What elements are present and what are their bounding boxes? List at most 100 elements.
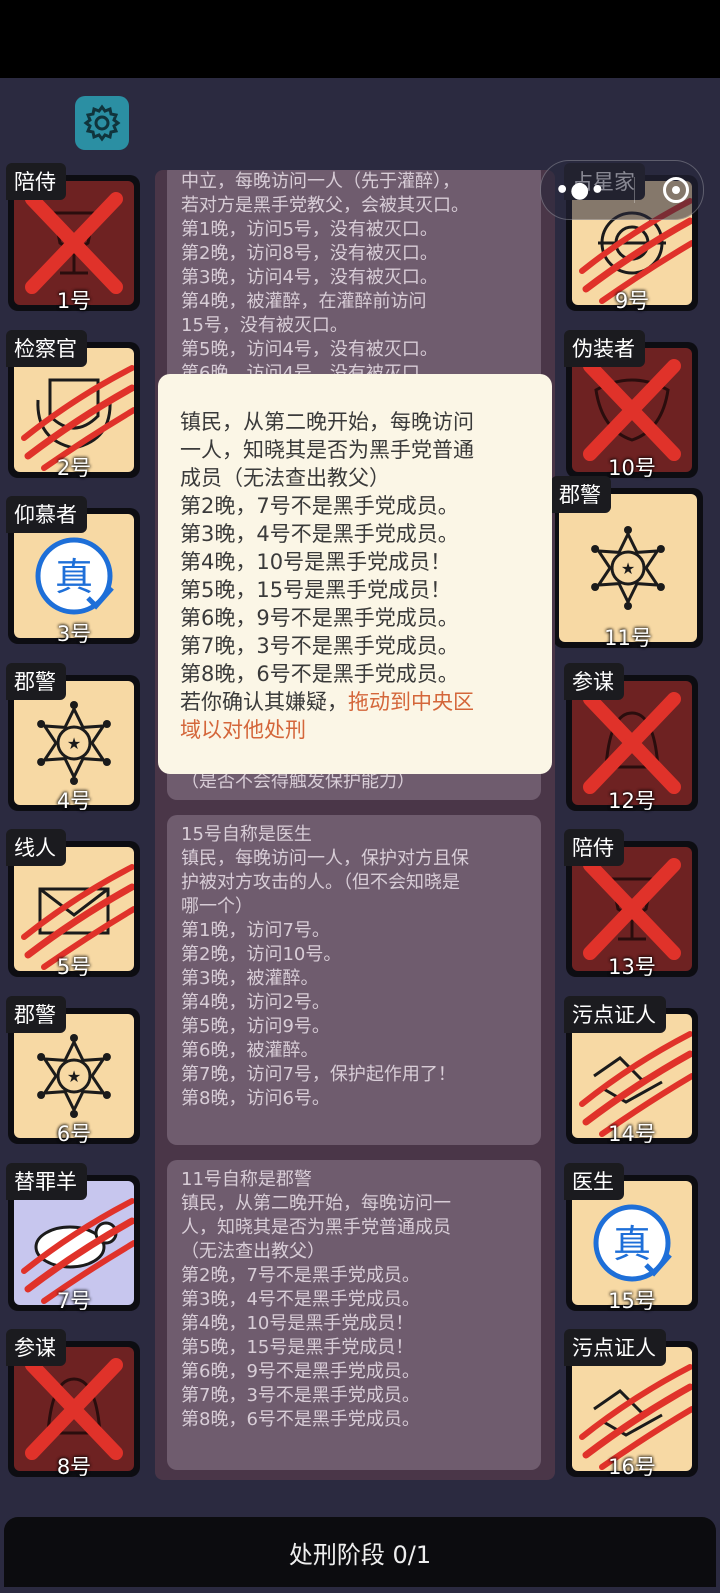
log-line: 第4晚，被灌醉，在灌醉前访问 — [181, 291, 427, 312]
log-line: 15号，没有被灭口。 — [181, 315, 348, 336]
player-card[interactable]: 真 仰慕者 3号 — [6, 496, 140, 646]
svg-text:真: 真 — [613, 1222, 651, 1266]
role-label: 伪装者 — [564, 330, 645, 367]
log-line: 一人，知晓其是否为黑手党普通 — [180, 438, 474, 462]
log-message-sheriff-11: 11号自称是郡警镇民，从第二晚开始，每晚访问一 人，知晓其是否为黑手党普通成员 （无… — [167, 1160, 541, 1470]
role-label: 参谋 — [564, 663, 624, 700]
role-label: 郡警 — [6, 663, 66, 700]
night-log-panel[interactable]: 中立，每晚访问一人（先于灌醉）， 若对方是黑手党教父，会被其灭口。 第1晚，访问5号… — [155, 170, 555, 1480]
log-line: 护被对方攻击的人。（但不会知晓是 — [181, 872, 460, 893]
log-line: 第6晚，被灌醉。 — [181, 1040, 319, 1061]
phase-bar[interactable]: 处刑阶段 0/1 — [4, 1517, 716, 1587]
log-line: 第1晚，访问7号。 — [181, 920, 330, 941]
player-card[interactable]: 检察官 2号 — [6, 330, 140, 480]
log-line: 11号自称是郡警 — [181, 1169, 312, 1190]
player-number: 6号 — [56, 1122, 92, 1146]
log-line: 第4晚，访问2号。 — [181, 992, 330, 1013]
log-line: 第3晚，访问4号，没有被灭口。 — [181, 267, 438, 288]
log-line: 第7晚，3号不是黑手党成员。 — [180, 634, 459, 658]
player-card[interactable]: ★ 郡警 6号 — [6, 996, 140, 1146]
sheriff-star-icon: ★ — [591, 526, 665, 610]
player-number: 2号 — [56, 456, 92, 480]
log-line: 第5晚，访问4号，没有被灭口。 — [181, 339, 438, 360]
player-number: 1号 — [56, 289, 92, 313]
gear-icon — [83, 104, 121, 142]
player-number: 13号 — [608, 955, 656, 979]
popup-hint-action-cont: 域以对他处刑 — [180, 718, 306, 742]
popup-hint-prefix: 若你确认其嫌疑， — [180, 690, 348, 714]
log-line: 第3晚，4号不是黑手党成员。 — [180, 522, 459, 546]
settings-button[interactable] — [75, 96, 129, 150]
role-label: 污点证人 — [564, 1329, 666, 1366]
role-label: 郡警 — [551, 476, 611, 513]
log-line: 15号自称是医生 — [181, 824, 312, 845]
log-message-doctor: 15号自称是医生镇民，每晚访问一人，保护对方且保 护被对方攻击的人。（但不会知晓是… — [167, 815, 541, 1145]
player-number: 15号 — [608, 1289, 656, 1313]
log-line: 第5晚，15号是黑手党成员！ — [180, 578, 452, 602]
player-number: 14号 — [608, 1122, 656, 1146]
role-label: 线人 — [6, 829, 66, 866]
log-line: 第7晚，访问7号，保护起作用了！ — [181, 1064, 456, 1085]
log-line: 第4晚，10号是黑手党成员！ — [181, 1313, 414, 1334]
log-line: 第3晚，4号不是黑手党成员。 — [181, 1289, 420, 1310]
player-number: 5号 — [56, 955, 92, 979]
role-info-popup[interactable]: 镇民，从第二晚开始，每晚访问 一人，知晓其是否为黑手党普通 成员（无法查出教父） 第2… — [158, 374, 552, 774]
log-line: 第3晚，被灌醉。 — [181, 968, 319, 989]
log-line: 第2晚，访问10号。 — [181, 944, 342, 965]
role-label: 仰慕者 — [6, 496, 87, 533]
player-card[interactable]: ★ 郡警 4号 — [6, 663, 140, 813]
role-label: 替罪羊 — [6, 1163, 87, 1200]
role-label: 陪侍 — [564, 829, 624, 866]
role-label: 污点证人 — [564, 996, 666, 1033]
mini-program-capsule: •●• — [540, 160, 704, 220]
svg-text:★: ★ — [67, 1067, 81, 1086]
log-line: 第4晚，10号是黑手党成员！ — [180, 550, 452, 574]
svg-text:★: ★ — [621, 559, 635, 578]
player-number: 8号 — [56, 1455, 92, 1479]
log-line: 第7晚，3号不是黑手党成员。 — [181, 1385, 420, 1406]
player-number: 11号 — [604, 626, 652, 650]
role-label: 参谋 — [6, 1329, 66, 1366]
player-card[interactable]: 污点证人 14号 — [564, 996, 698, 1146]
player-number: 12号 — [608, 789, 656, 813]
log-line: 若对方是黑手党教父，会被其灭口。 — [181, 195, 469, 216]
svg-text:★: ★ — [67, 734, 81, 753]
log-line: 第8晚，6号不是黑手党成员。 — [181, 1409, 420, 1430]
player-card[interactable]: 参谋 8号 — [6, 1329, 140, 1479]
log-line: 第5晚，访问9号。 — [181, 1016, 330, 1037]
player-card[interactable]: 替罪羊 7号 — [6, 1163, 140, 1313]
player-card[interactable]: 线人 5号 — [6, 829, 140, 979]
player-number: 3号 — [56, 622, 92, 646]
player-card[interactable]: 真 医生 15号 — [564, 1163, 698, 1313]
log-line: 第2晚，访问8号，没有被灭口。 — [181, 243, 438, 264]
svg-text:真: 真 — [55, 555, 93, 599]
log-line: 第5晚，15号是黑手党成员！ — [181, 1337, 414, 1358]
popup-hint-action: 拖动到中央区 — [348, 690, 474, 714]
log-line: 第8晚，6号不是黑手党成员。 — [180, 662, 459, 686]
role-label: 郡警 — [6, 996, 66, 1033]
log-line: 第2晚，7号不是黑手党成员。 — [181, 1265, 420, 1286]
log-line: 镇民，从第二晚开始，每晚访问 — [180, 410, 474, 434]
role-label: 陪侍 — [6, 163, 66, 200]
player-card[interactable]: 污点证人 16号 — [564, 1329, 698, 1479]
player-number: 4号 — [56, 789, 92, 813]
player-number: 16号 — [608, 1455, 656, 1479]
log-line: 第8晚，访问6号。 — [181, 1088, 330, 1109]
capsule-divider — [633, 177, 635, 203]
log-line: （无法查出教父） — [181, 1241, 325, 1262]
player-card[interactable]: 陪侍 1号 — [6, 163, 140, 313]
log-line: 镇民，每晚访问一人，保护对方且保 — [181, 848, 469, 869]
more-dots-icon[interactable]: •●• — [555, 178, 605, 203]
log-line: 中立，每晚访问一人（先于灌醉）， — [181, 171, 460, 192]
log-line: 成员（无法查出教父） — [180, 466, 390, 490]
player-card[interactable]: 伪装者 10号 — [564, 330, 698, 480]
player-card[interactable]: 参谋 12号 — [564, 663, 698, 813]
log-line: 镇民，从第二晚开始，每晚访问一 — [181, 1193, 451, 1214]
player-number: 7号 — [56, 1289, 92, 1313]
log-line: 第6晚，9号不是黑手党成员。 — [180, 606, 459, 630]
player-card[interactable]: ★ 郡警 11号 — [551, 476, 703, 650]
player-card[interactable]: 陪侍 13号 — [564, 829, 698, 979]
log-line: 人，知晓其是否为黑手党普通成员 — [181, 1217, 451, 1238]
log-line: 第1晚，访问5号，没有被灭口。 — [181, 219, 438, 240]
target-icon[interactable] — [662, 177, 689, 203]
